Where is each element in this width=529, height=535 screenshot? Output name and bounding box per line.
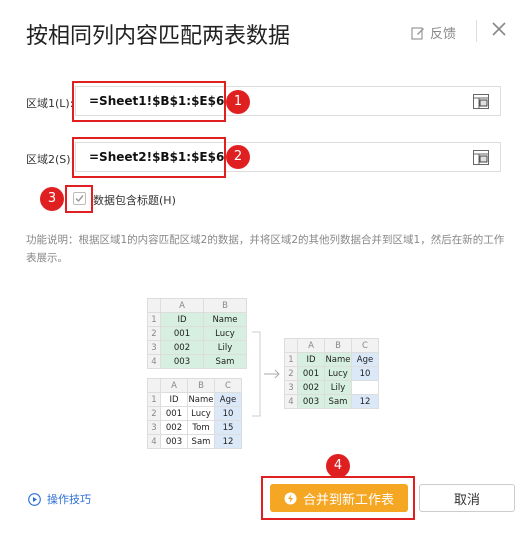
table-cell: Age [214,392,242,407]
col-header: C [351,338,379,353]
merge-arrow-icon [252,331,280,417]
table-cell: 003 [297,394,325,409]
table-cell: 002 [160,340,204,355]
table-cell: Age [351,352,379,367]
table-cell: Lily [203,340,247,355]
marker-badge-2: 2 [226,145,250,169]
row-number: 3 [284,380,298,395]
col-header: C [214,378,242,393]
table-cell: 12 [351,394,379,409]
illustration-table1: A B 1 ID Name 2 001 Lucy 3 002 Lily 4 00… [147,298,247,369]
header-checkbox-label[interactable]: 数据包含标题(H) [93,192,176,208]
col-header: A [160,298,204,313]
row-number: 4 [284,394,298,409]
col-header: B [187,378,215,393]
description-text: 功能说明：根据区域1的内容匹配区域2的数据，并将区域2的其他列数据合并到区域1，… [26,234,505,264]
table-cell: Sam [203,354,247,369]
table-cell: Name [324,352,352,367]
table-cell: Tom [187,420,215,435]
row-number: 2 [147,406,161,421]
illustration-table2: A B C 1 ID Name Age 2 001 Lucy 10 3 002 … [147,378,242,449]
table-cell: 15 [214,420,242,435]
col-header: B [203,298,247,313]
row-number: 2 [284,366,298,381]
table-cell: Sam [187,434,215,449]
feedback-label: 反馈 [430,27,457,42]
play-circle-icon [28,492,41,506]
table-cell: ID [160,392,188,407]
table-cell: 001 [160,326,204,341]
row-number: 3 [147,420,161,435]
tips-label: 操作技巧 [47,493,91,506]
marker-frame-1 [72,81,226,122]
table-cell: 002 [160,420,188,435]
marker-frame-2 [72,137,226,178]
table-cell: Lucy [324,366,352,381]
merge-button-label: 合并到新工作表 [302,492,394,508]
row-number: 1 [147,312,161,327]
range-select-icon[interactable] [473,150,489,165]
col-header: A [297,338,325,353]
table-cell: Name [187,392,215,407]
row-number: 3 [147,340,161,355]
merge-to-new-sheet-button[interactable]: 合并到新工作表 [270,484,408,512]
feedback-link[interactable]: 反馈 [411,23,456,42]
range2-label: 区域2(S): [26,153,75,166]
table-cell [351,380,379,395]
table-cell: 10 [351,366,379,381]
row-number: 4 [147,434,161,449]
marker-badge-3: 3 [40,187,64,211]
row-number: 4 [147,354,161,369]
edit-icon [411,26,424,40]
table-cell: 10 [214,406,242,421]
lightning-icon [284,492,297,504]
table-cell: 003 [160,354,204,369]
table-cell: Lucy [187,406,215,421]
dialog-title: 按相同列内容匹配两表数据 [26,24,291,49]
range-select-icon[interactable] [473,94,489,109]
illustration-result-table: A B C 1 ID Name Age 2 001 Lucy 10 3 002 … [284,338,379,409]
table-cell: 001 [297,366,325,381]
table-cell: 002 [297,380,325,395]
marker-badge-4: 4 [326,454,350,478]
row-number: 2 [147,326,161,341]
row-number: 1 [147,392,161,407]
table-cell: Lucy [203,326,247,341]
table-cell: 12 [214,434,242,449]
marker-badge-1: 1 [226,90,250,114]
table-cell: ID [297,352,325,367]
tips-link[interactable]: 操作技巧 [28,491,91,507]
range1-label: 区域1(L): [26,97,74,110]
cancel-button[interactable]: 取消 [419,484,515,512]
close-icon[interactable] [490,20,508,38]
table-cell: ID [160,312,204,327]
table-cell: Lily [324,380,352,395]
col-header: A [160,378,188,393]
table-cell: Name [203,312,247,327]
table-cell: 003 [160,434,188,449]
table-cell: 001 [160,406,188,421]
header-divider [476,20,477,42]
checkmark-icon [75,195,84,203]
row-number: 1 [284,352,298,367]
col-header: B [324,338,352,353]
table-cell: Sam [324,394,352,409]
header-checkbox[interactable] [73,192,86,205]
